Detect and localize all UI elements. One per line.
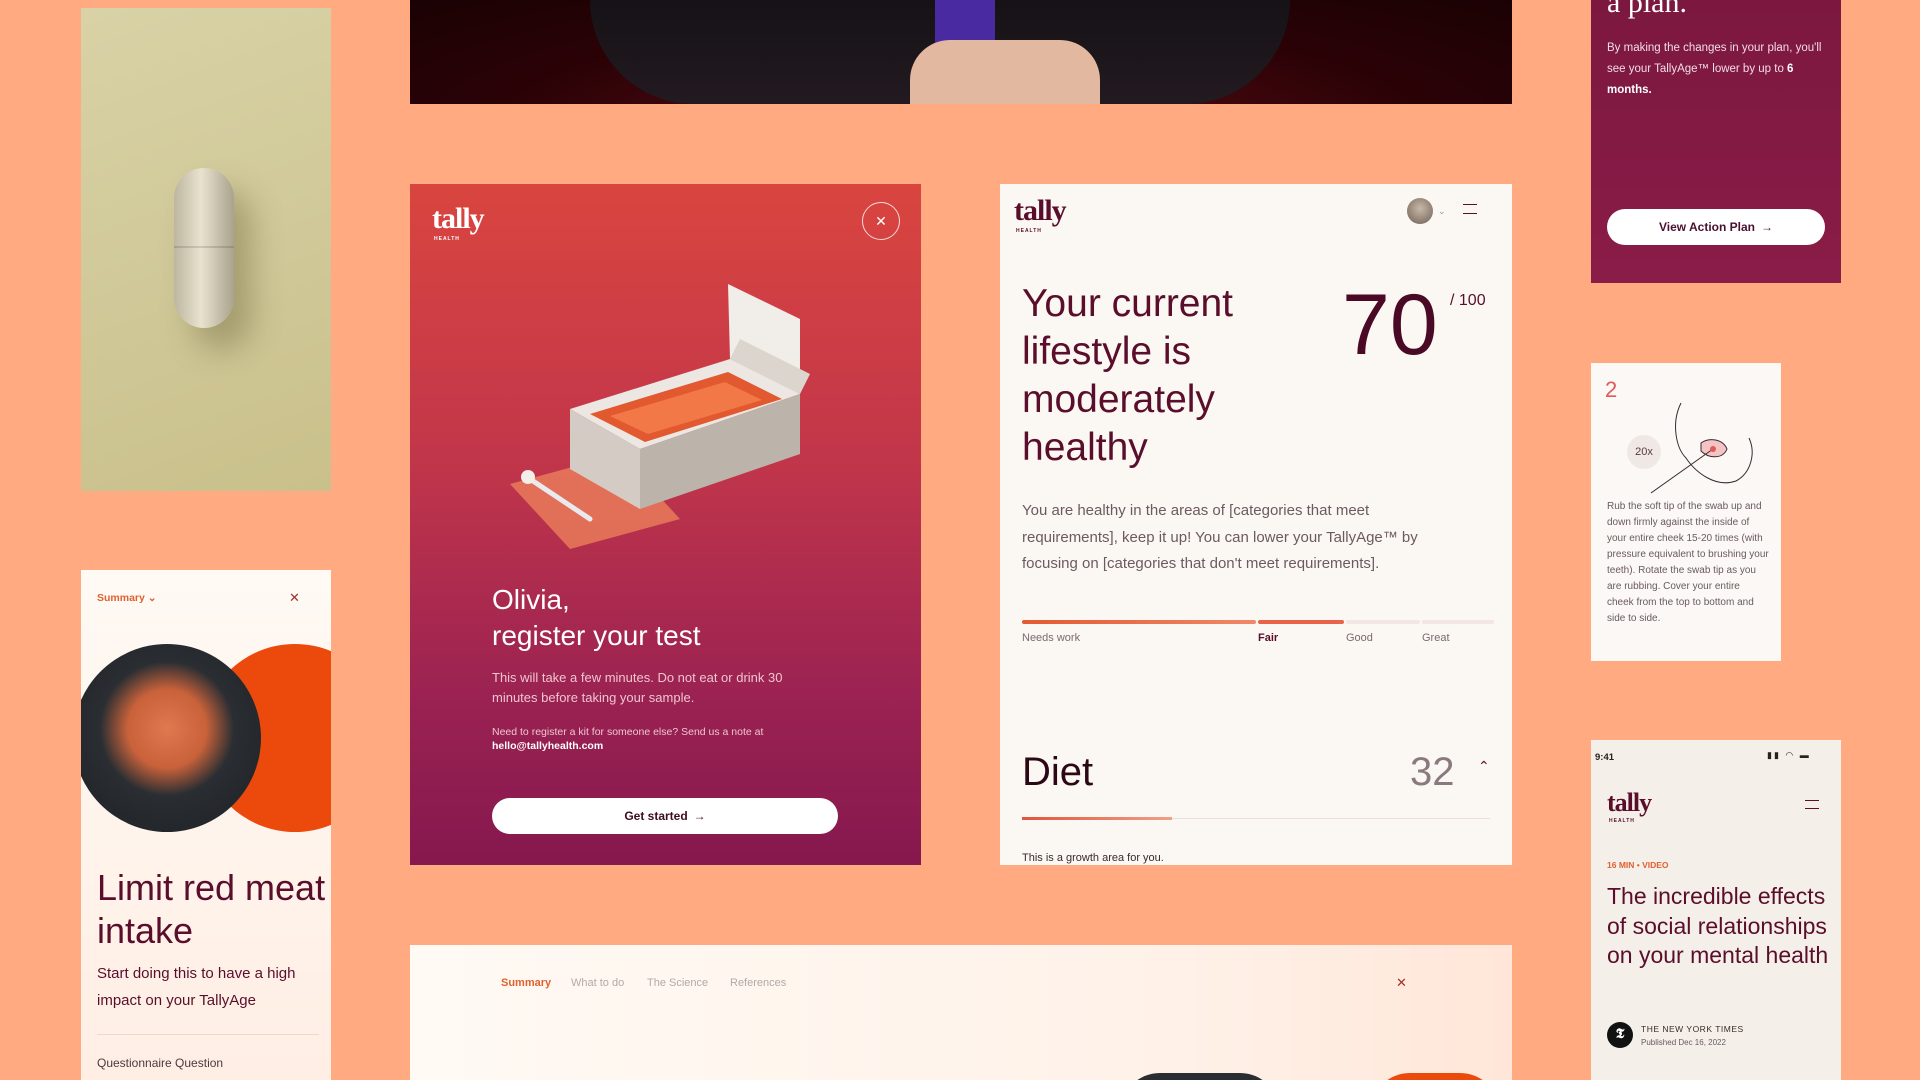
salmon-dish-photo bbox=[81, 644, 261, 832]
register-test-card: tally HEALTH ✕ Olivia, register your test… bbox=[410, 184, 921, 865]
capsule-photo bbox=[81, 8, 331, 491]
signal-icon: ▮▮ bbox=[1767, 750, 1781, 760]
action-plan-title: a plan. bbox=[1607, 0, 1687, 19]
scale-label-needs-work: Needs work bbox=[1022, 632, 1081, 644]
nyt-logo-icon: 𝕿 bbox=[1607, 1022, 1633, 1048]
article-date: Published Dec 16, 2022 bbox=[1641, 1038, 1726, 1047]
status-bar-time: 9:41 bbox=[1595, 752, 1615, 763]
arrow-right-icon: → bbox=[1761, 220, 1774, 234]
tally-logo[interactable]: tally HEALTH bbox=[1607, 788, 1652, 824]
repeat-count-badge: 20x bbox=[1627, 435, 1661, 469]
scale-bar-needs-work bbox=[1022, 620, 1256, 624]
view-action-plan-label: View Action Plan bbox=[1658, 220, 1756, 234]
detail-tabs-card: Summary What to do The Science Reference… bbox=[410, 945, 1512, 1080]
register-description: This will take a few minutes. Do not eat… bbox=[492, 670, 783, 705]
tab-the-science[interactable]: The Science bbox=[647, 977, 708, 989]
lifestyle-score-max: / 100 bbox=[1450, 292, 1486, 309]
support-email-link[interactable]: hello@tallyhealth.com bbox=[492, 740, 603, 752]
close-icon: ✕ bbox=[875, 212, 887, 229]
speaker-hands bbox=[910, 40, 1100, 104]
wifi-icon: ◠ bbox=[1785, 750, 1796, 760]
article-title[interactable]: The incredible effects of social relatio… bbox=[1607, 882, 1832, 971]
tab-summary[interactable]: Summary bbox=[501, 977, 551, 989]
article-meta: 16 MIN • VIDEO bbox=[1607, 860, 1669, 870]
scale-bar-good bbox=[1346, 620, 1420, 624]
chevron-up-icon[interactable]: ⌃ bbox=[1478, 758, 1490, 775]
article-source: THE NEW YORK TIMES bbox=[1641, 1024, 1744, 1034]
close-icon[interactable]: ✕ bbox=[1396, 975, 1407, 991]
swab-instructions-card: 2 20x Rub the soft tip of the swab up an… bbox=[1591, 363, 1781, 661]
summary-title: Limit red meat intake bbox=[97, 867, 326, 951]
tab-references[interactable]: References bbox=[730, 977, 786, 989]
get-started-button[interactable]: Get started → bbox=[492, 798, 838, 834]
summary-divider bbox=[97, 1034, 319, 1035]
status-bar-icons: ▮▮ ◠ ▬ bbox=[1767, 750, 1811, 761]
diet-progress-fill bbox=[1022, 817, 1172, 820]
scale-label-good: Good bbox=[1346, 632, 1373, 644]
capsule-image bbox=[174, 168, 234, 328]
action-plan-card: a plan. By making the changes in your pl… bbox=[1591, 0, 1841, 283]
tally-logo-text: tally bbox=[1607, 788, 1652, 817]
view-action-plan-button[interactable]: View Action Plan → bbox=[1607, 209, 1825, 245]
tally-logo-sub: HEALTH bbox=[434, 236, 460, 242]
summary-dropdown[interactable]: Summary ⌄ bbox=[97, 592, 157, 604]
lifestyle-score: 70 bbox=[1342, 277, 1438, 373]
questionnaire-section-label: Questionnaire Question bbox=[97, 1056, 224, 1070]
get-started-label: Get started bbox=[624, 809, 688, 823]
tab-what-to-do[interactable]: What to do bbox=[571, 977, 624, 989]
battery-icon: ▬ bbox=[1799, 750, 1811, 760]
lifestyle-description: You are healthy in the areas of [categor… bbox=[1022, 502, 1418, 572]
scale-bar-great bbox=[1422, 620, 1494, 624]
lifestyle-score-card: tally HEALTH ⌄ Your current lifestyle is … bbox=[1000, 184, 1512, 865]
tally-logo[interactable]: tally HEALTH bbox=[432, 202, 485, 242]
tally-logo-text: tally bbox=[1014, 194, 1067, 227]
tally-logo[interactable]: tally HEALTH bbox=[1014, 194, 1067, 234]
tally-logo-text: tally bbox=[432, 202, 485, 235]
speaker-lanyard bbox=[935, 0, 995, 45]
chevron-down-icon: ⌄ bbox=[147, 592, 157, 604]
orange-circle-decoration bbox=[1370, 1073, 1500, 1080]
menu-icon[interactable] bbox=[1805, 800, 1819, 809]
test-kit-image bbox=[510, 284, 810, 549]
avatar[interactable] bbox=[1407, 198, 1433, 224]
summary-description: Start doing this to have a high impact o… bbox=[97, 965, 296, 1009]
register-title: register your test bbox=[492, 620, 701, 651]
summary-card: Summary ⌄ ✕ Limit red meat intake Start … bbox=[81, 570, 331, 1080]
tally-logo-sub: HEALTH bbox=[1609, 818, 1635, 824]
diet-score: 32 bbox=[1410, 750, 1455, 794]
action-plan-text: By making the changes in your plan, you'… bbox=[1607, 38, 1827, 101]
scale-label-great: Great bbox=[1422, 632, 1450, 644]
diet-subtitle: This is a growth area for you. bbox=[1022, 852, 1164, 864]
lifestyle-title: Your current lifestyle is moderately hea… bbox=[1022, 282, 1234, 469]
summary-dropdown-label: Summary bbox=[97, 592, 145, 604]
scale-label-fair: Fair bbox=[1258, 632, 1279, 644]
close-icon[interactable]: ✕ bbox=[289, 590, 300, 606]
close-button[interactable]: ✕ bbox=[862, 202, 900, 240]
speaker-photo bbox=[410, 0, 1512, 104]
tally-logo-sub: HEALTH bbox=[1016, 228, 1042, 234]
dark-circle-decoration bbox=[1120, 1073, 1280, 1080]
diet-title: Diet bbox=[1022, 750, 1094, 794]
register-greeting: Olivia, bbox=[492, 584, 570, 615]
register-note: Need to register a kit for someone else?… bbox=[492, 726, 764, 738]
scale-bar-fair bbox=[1258, 620, 1344, 624]
menu-icon[interactable] bbox=[1463, 204, 1477, 214]
article-card: 9:41 ▮▮ ◠ ▬ tally HEALTH 16 MIN • VIDEO T… bbox=[1591, 740, 1841, 1080]
chevron-down-icon[interactable]: ⌄ bbox=[1438, 206, 1446, 217]
arrow-right-icon: → bbox=[693, 809, 706, 823]
swab-instructions: Rub the soft tip of the swab up and down… bbox=[1607, 501, 1769, 624]
step-number: 2 bbox=[1605, 377, 1618, 402]
